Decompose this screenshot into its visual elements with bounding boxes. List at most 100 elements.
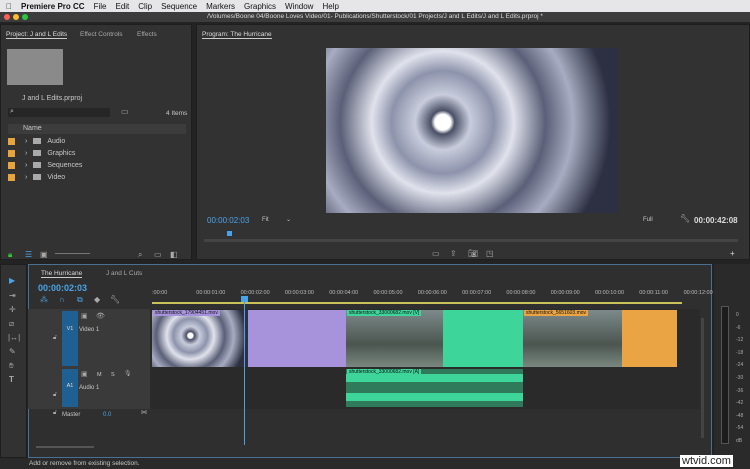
playhead-handle[interactable] bbox=[241, 296, 248, 302]
v1-name: Video 1 bbox=[79, 327, 100, 333]
lock-icon[interactable]: 🔓︎ bbox=[53, 410, 57, 417]
toggle-sync-lock-icon[interactable]: ▣ bbox=[81, 312, 88, 320]
ruler-tick-label: :00:00 bbox=[152, 290, 168, 296]
bin-sequences[interactable]: › Sequences bbox=[8, 159, 186, 171]
new-bin-icon[interactable]: ▭ bbox=[121, 107, 129, 116]
lock-icon[interactable]: 🔓︎ bbox=[53, 392, 57, 399]
selection-tool-icon[interactable]: ▶ bbox=[9, 276, 15, 285]
window-title: /Volumes/Boone 04/Boone Loves Video/01- … bbox=[207, 13, 543, 20]
hand-icon[interactable]: ✋︎ bbox=[9, 361, 14, 371]
slip-icon[interactable]: |↔| bbox=[8, 333, 20, 342]
menu-bar:  Premiere Pro CC File Edit Clip Sequenc… bbox=[0, 0, 750, 12]
find-icon[interactable]: ⌕ bbox=[138, 250, 142, 260]
video-clip-3[interactable]: shutterstock_5651603.mov bbox=[523, 310, 622, 367]
folder-icon bbox=[33, 138, 42, 144]
linked-selection-icon[interactable]: ⧉ bbox=[77, 295, 83, 305]
zoom-button[interactable] bbox=[22, 14, 28, 20]
tab-the-hurricane[interactable]: The Hurricane bbox=[41, 270, 83, 278]
video-clip-2-body[interactable] bbox=[443, 310, 523, 367]
solo-button[interactable]: S bbox=[111, 372, 115, 378]
fit-dropdown[interactable]: Fit bbox=[262, 217, 269, 223]
safe-margins-icon[interactable]: ▭ bbox=[432, 249, 440, 258]
video-clip-1-body[interactable] bbox=[248, 310, 346, 367]
new-bin-icon[interactable]: ▭ bbox=[154, 250, 162, 259]
meter-scale-label: 0 bbox=[736, 312, 739, 318]
meter-scale-label: -6 bbox=[736, 324, 741, 331]
lock-icon[interactable]: 🔓︎ bbox=[53, 335, 57, 342]
playhead-timecode[interactable]: 00:00:02:03 bbox=[207, 216, 249, 225]
lock-icon[interactable]: 🔒︎ bbox=[8, 250, 12, 260]
razor-icon[interactable]: ⧄ bbox=[9, 319, 14, 329]
microphone-icon[interactable]: 🎙︎ bbox=[124, 370, 132, 377]
timeline-timecode[interactable]: 00:00:02:03 bbox=[38, 283, 87, 293]
nest-icon[interactable]: ⁂ bbox=[40, 295, 48, 304]
video-clip-2[interactable]: shutterstock_33000682.mov [V] bbox=[346, 310, 443, 367]
work-area-bar[interactable] bbox=[152, 302, 682, 304]
menu-help[interactable]: Help bbox=[322, 2, 338, 11]
pen-icon[interactable]: ✎ bbox=[9, 347, 16, 356]
new-item-icon[interactable]: ◧ bbox=[170, 250, 178, 259]
export-icon[interactable]: ⇪ bbox=[450, 249, 457, 258]
camera-icon[interactable]: 📷︎ bbox=[468, 249, 478, 258]
track-select-icon[interactable]: ⇥ bbox=[9, 291, 16, 300]
expand-icon[interactable]: ⋈ bbox=[141, 409, 147, 416]
tab-effects[interactable]: Effects bbox=[137, 31, 157, 38]
comparison-icon[interactable]: ◳ bbox=[486, 249, 494, 258]
meter-scale-label: -12 bbox=[736, 337, 744, 344]
minimize-button[interactable] bbox=[13, 14, 19, 20]
search-icon: ⌕ bbox=[10, 108, 14, 115]
menu-markers[interactable]: Markers bbox=[206, 2, 235, 11]
icon-view-icon[interactable]: ▣ bbox=[40, 250, 48, 259]
mute-button[interactable]: M bbox=[97, 372, 102, 378]
list-view-icon[interactable]: ☰ bbox=[25, 250, 32, 259]
tab-program[interactable]: Program: The Hurricane bbox=[202, 31, 272, 39]
menu-clip[interactable]: Clip bbox=[138, 2, 152, 11]
ruler-tick-label: 00:00:08:00 bbox=[506, 290, 536, 296]
item-count: 4 Items bbox=[166, 110, 188, 117]
bin-graphics[interactable]: › Graphics bbox=[8, 147, 186, 159]
master-label: Master bbox=[62, 412, 81, 418]
eye-icon[interactable]: 👁︎ bbox=[96, 312, 105, 320]
video-clip-3-body[interactable] bbox=[622, 310, 677, 367]
tab-j-and-l-cuts[interactable]: J and L Cuts bbox=[106, 270, 142, 277]
video-clip-1[interactable]: shutterstock_17904451.mov bbox=[152, 310, 248, 367]
close-button[interactable] bbox=[4, 14, 10, 20]
menu-edit[interactable]: Edit bbox=[115, 2, 129, 11]
bin-audio[interactable]: › Audio bbox=[8, 135, 186, 147]
program-scrubber[interactable] bbox=[204, 239, 738, 242]
menu-sequence[interactable]: Sequence bbox=[161, 2, 197, 11]
quality-dropdown[interactable]: Full bbox=[643, 217, 653, 223]
tab-effect-controls[interactable]: Effect Controls bbox=[80, 31, 123, 38]
type-tool-icon[interactable]: T bbox=[9, 375, 14, 384]
menu-app[interactable]: Premiere Pro CC bbox=[21, 2, 85, 11]
a1-target[interactable]: A1 bbox=[62, 369, 78, 407]
column-name[interactable]: Name bbox=[23, 125, 42, 132]
program-playhead[interactable] bbox=[227, 231, 232, 236]
toggle-sync-lock-icon[interactable]: ▣ bbox=[81, 370, 88, 378]
bin-video[interactable]: › Video bbox=[8, 171, 186, 183]
wrench-icon[interactable]: 🔧︎ bbox=[680, 214, 690, 223]
meter-scale-label: -30 bbox=[736, 375, 744, 381]
menu-graphics[interactable]: Graphics bbox=[244, 2, 276, 11]
folder-icon bbox=[33, 150, 42, 156]
master-volume[interactable]: 0.0 bbox=[103, 412, 111, 418]
add-button-icon[interactable]: + bbox=[730, 249, 735, 258]
meter-scale-label: dB bbox=[736, 438, 743, 444]
title-bar: /Volumes/Boone 04/Boone Loves Video/01- … bbox=[0, 12, 750, 22]
vertical-scrollbar[interactable] bbox=[701, 318, 704, 438]
apple-icon[interactable]:  bbox=[6, 2, 12, 11]
v1-target[interactable]: V1 bbox=[62, 311, 78, 366]
timeline-playhead[interactable] bbox=[244, 300, 245, 445]
marker-icon[interactable]: ◆ bbox=[94, 295, 100, 304]
horizontal-zoom-scrollbar[interactable] bbox=[36, 446, 94, 448]
wrench-icon[interactable]: 🔧︎ bbox=[110, 295, 120, 304]
snap-icon[interactable]: ∩ bbox=[59, 295, 65, 304]
menu-window[interactable]: Window bbox=[285, 2, 313, 11]
meter-scale-label: -24 bbox=[736, 362, 744, 369]
search-input[interactable]: ⌕ bbox=[8, 108, 110, 117]
ripple-edit-icon[interactable]: ✛ bbox=[9, 305, 16, 314]
zoom-slider[interactable] bbox=[55, 253, 90, 254]
menu-file[interactable]: File bbox=[94, 2, 107, 11]
tab-project[interactable]: Project: J and L Edits bbox=[6, 31, 68, 39]
audio-clip[interactable]: shutterstock_33000682.mov [A] bbox=[346, 369, 523, 407]
